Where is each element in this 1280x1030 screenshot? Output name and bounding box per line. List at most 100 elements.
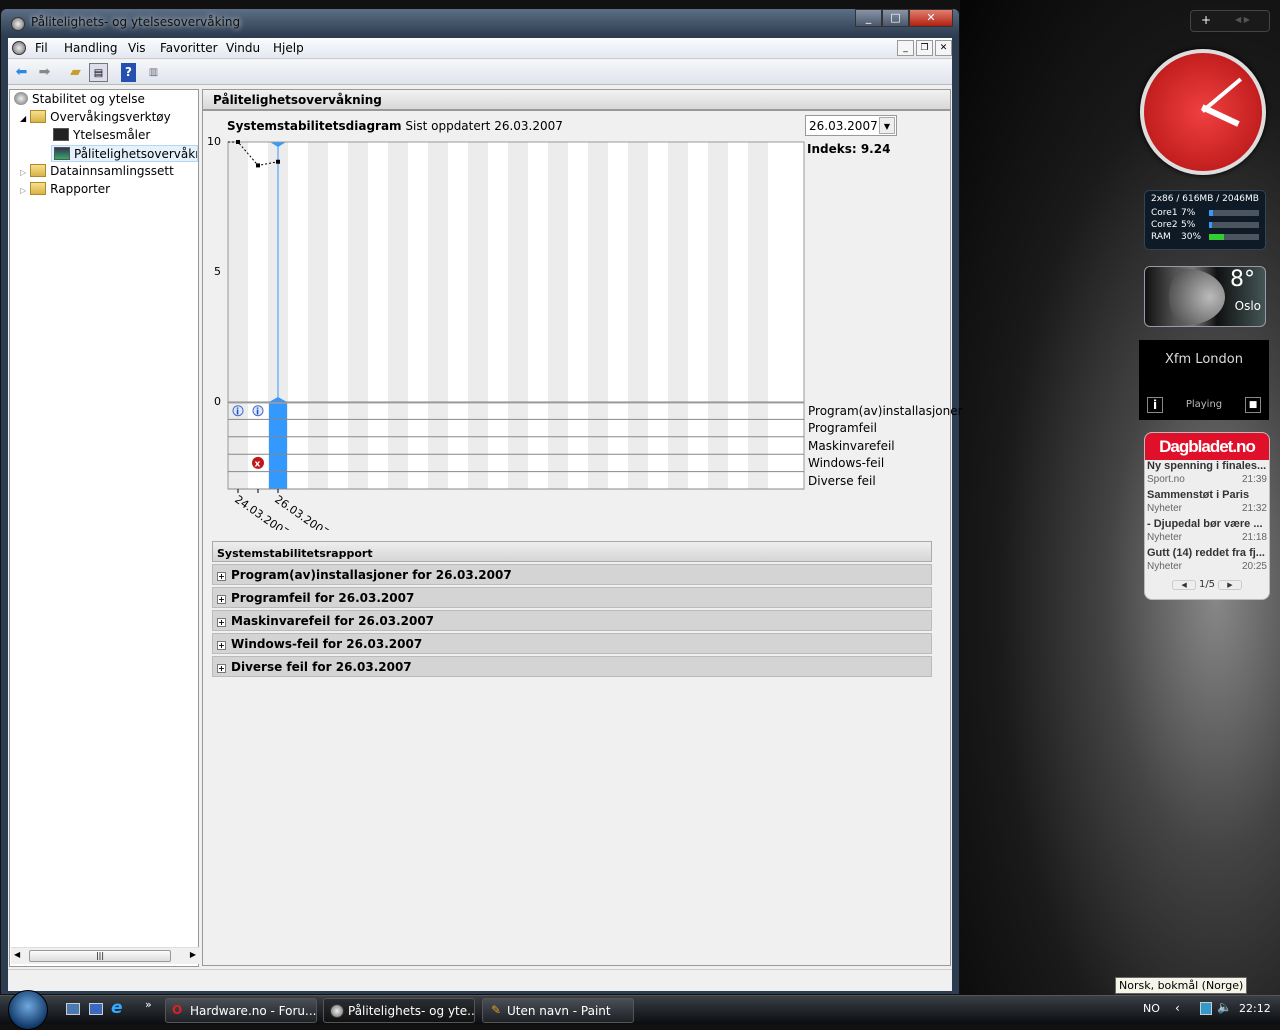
weather-temp: 8°	[1230, 267, 1255, 292]
clock[interactable]: 22:12	[1239, 1002, 1271, 1015]
cpu-meter-gadget: 2x86 / 616MB / 2046MB Core1 7% Core2 5% RAM 3…	[1144, 190, 1266, 250]
tray-expand-icon[interactable]: ‹	[1175, 1001, 1180, 1015]
mdi-restore-button[interactable]: ❐	[916, 40, 933, 56]
tree-item-ytelsesmaler[interactable]: Ytelsesmåler	[53, 127, 150, 144]
report-row-app-errors[interactable]: + Programfeil for 26.03.2007	[212, 587, 932, 608]
report-title: Systemstabilitetsrapport	[212, 541, 932, 562]
meter-fill	[1209, 222, 1212, 228]
horizontal-scrollbar[interactable]: ◀ ||| ▶	[11, 947, 199, 964]
menu-vindu[interactable]: Vindu	[226, 41, 260, 55]
radio-station: Xfm London	[1165, 352, 1243, 367]
expand-icon[interactable]: +	[217, 618, 226, 627]
start-button[interactable]	[8, 990, 48, 1030]
expand-icon[interactable]: +	[217, 595, 226, 604]
quicklaunch-more-icon[interactable]: »	[145, 998, 152, 1011]
add-gadget-icon[interactable]: +	[1201, 13, 1211, 27]
language-indicator[interactable]: NO	[1143, 1002, 1160, 1015]
news-time: 20:25	[1241, 561, 1267, 572]
news-headline: - Djupedal bør være ...	[1147, 518, 1263, 530]
weather-city: Oslo	[1234, 299, 1261, 313]
scroll-right-icon[interactable]: ▶	[190, 950, 196, 959]
sidebar-controls: + ◀ ▶	[1190, 10, 1270, 32]
expand-arrow-icon[interactable]: ▷	[20, 168, 26, 177]
expand-icon[interactable]: +	[217, 641, 226, 650]
news-time: 21:32	[1241, 503, 1267, 514]
switch-windows-icon[interactable]	[89, 1003, 103, 1015]
back-icon[interactable]: ⬅	[12, 63, 31, 82]
tree-item-rapporter[interactable]: ▷ Rapporter	[20, 181, 110, 198]
date-select-value: 26.03.2007	[809, 119, 878, 133]
prev-icon[interactable]: ◀ ▶	[1235, 15, 1250, 24]
show-desktop-icon[interactable]	[66, 1003, 80, 1015]
report-row-label: Programfeil for 26.03.2007	[231, 591, 415, 605]
meter-bar	[1209, 234, 1259, 240]
taskbar-label: Pålitelighets- og yte...	[348, 1004, 475, 1018]
monitor-icon	[54, 147, 70, 160]
weather-gadget[interactable]: 8° Oslo	[1144, 266, 1266, 327]
collapse-arrow-icon[interactable]: ◢	[20, 114, 26, 123]
perf-icon	[330, 1004, 344, 1018]
menu-handling[interactable]: Handling	[64, 41, 118, 55]
forward-icon[interactable]: ➡	[35, 63, 54, 82]
clock-gadget[interactable]	[1140, 49, 1266, 175]
taskbar-item-reliability[interactable]: Pålitelighets- og yte...	[323, 998, 475, 1023]
expand-icon[interactable]: +	[217, 664, 226, 673]
scroll-thumb[interactable]: |||	[29, 950, 171, 962]
report-row-installs[interactable]: + Program(av)installasjoner for 26.03.200…	[212, 564, 932, 585]
tree-item-datainnsamlingssett[interactable]: ▷ Datainnsamlingssett	[20, 163, 174, 180]
news-next-button[interactable]: ▶	[1218, 580, 1242, 590]
chevron-down-icon[interactable]: ▼	[879, 117, 895, 134]
up-folder-icon[interactable]: ▰	[66, 63, 85, 82]
meter-row: Core1 7%	[1151, 207, 1259, 219]
maximize-button[interactable]: □	[882, 9, 909, 27]
news-item[interactable]: Sammenstøt i Paris Nyheter 21:32	[1145, 489, 1269, 518]
menu-hjelp[interactable]: Hjelp	[273, 41, 304, 55]
taskbar-item-paint[interactable]: ✎ Uten navn - Paint	[482, 998, 634, 1023]
volume-icon[interactable]: 🔈	[1217, 1000, 1232, 1014]
close-button[interactable]: ✕	[909, 9, 953, 27]
taskbar-item-opera[interactable]: O Hardware.no - Foru...	[165, 998, 317, 1023]
app-menu-icon[interactable]	[12, 41, 26, 55]
scroll-left-icon[interactable]: ◀	[14, 950, 20, 959]
error-icon-glyph: x	[255, 459, 261, 469]
show-action-pane-icon[interactable]: ▥	[144, 63, 163, 82]
news-item[interactable]: Ny spenning i finales... Sport.no 21:39	[1145, 460, 1269, 489]
report-row-hardware-errors[interactable]: + Maskinvarefeil for 26.03.2007	[212, 610, 932, 631]
tree-item-overvakingsverktoy[interactable]: ◢ Overvåkingsverktøy	[20, 109, 171, 126]
report-row-label: Diverse feil for 26.03.2007	[231, 660, 412, 674]
news-page: 1/5	[1198, 579, 1216, 590]
news-item[interactable]: Gutt (14) reddet fra fj... Nyheter 20:25	[1145, 547, 1269, 576]
expand-icon[interactable]: +	[217, 572, 226, 581]
tree-item-palitelighetsovervakning[interactable]: Pålitelighetsovervåknin	[51, 145, 198, 162]
minimize-button[interactable]: _	[855, 9, 882, 27]
selected-column-bar	[269, 402, 287, 489]
title-bar[interactable]: Pålitelighets- og ytelsesovervåking _ □ …	[1, 9, 959, 37]
meter-row: RAM 30%	[1151, 231, 1259, 243]
menu-favoritter[interactable]: Favoritter	[160, 41, 218, 55]
news-section: Nyheter	[1147, 561, 1183, 572]
date-select[interactable]: 26.03.2007 ▼	[805, 115, 897, 136]
index-point	[276, 159, 280, 164]
tree-item-stabilitet[interactable]: Stabilitet og ytelse	[14, 91, 145, 108]
stop-icon[interactable]: ■	[1245, 397, 1261, 413]
meter-value: 30%	[1181, 232, 1202, 242]
expand-arrow-icon[interactable]: ▷	[20, 186, 26, 195]
stability-report: Systemstabilitetsrapport + Program(av)ins…	[212, 541, 932, 677]
folder-icon	[30, 164, 47, 177]
news-section: Nyheter	[1147, 503, 1183, 514]
menu-vis[interactable]: Vis	[128, 41, 146, 55]
network-icon[interactable]	[1200, 1002, 1212, 1015]
mdi-minimize-button[interactable]: _	[897, 40, 914, 56]
mdi-close-button[interactable]: ✕	[935, 40, 952, 56]
news-prev-button[interactable]: ◀	[1172, 580, 1196, 590]
show-hide-tree-icon[interactable]: ▤	[89, 63, 108, 82]
report-row-misc-errors[interactable]: + Diverse feil for 26.03.2007	[212, 656, 932, 677]
report-row-windows-errors[interactable]: + Windows-feil for 26.03.2007	[212, 633, 932, 654]
meter-row: Core2 5%	[1151, 219, 1259, 231]
minute-hand	[1201, 77, 1243, 113]
news-item[interactable]: - Djupedal bør være ... Nyheter 21:18	[1145, 518, 1269, 547]
help-icon[interactable]: ?	[121, 63, 136, 82]
menu-fil[interactable]: Fil	[35, 41, 48, 55]
meter-bar	[1209, 222, 1259, 228]
ie-icon[interactable]: e	[111, 998, 123, 1018]
